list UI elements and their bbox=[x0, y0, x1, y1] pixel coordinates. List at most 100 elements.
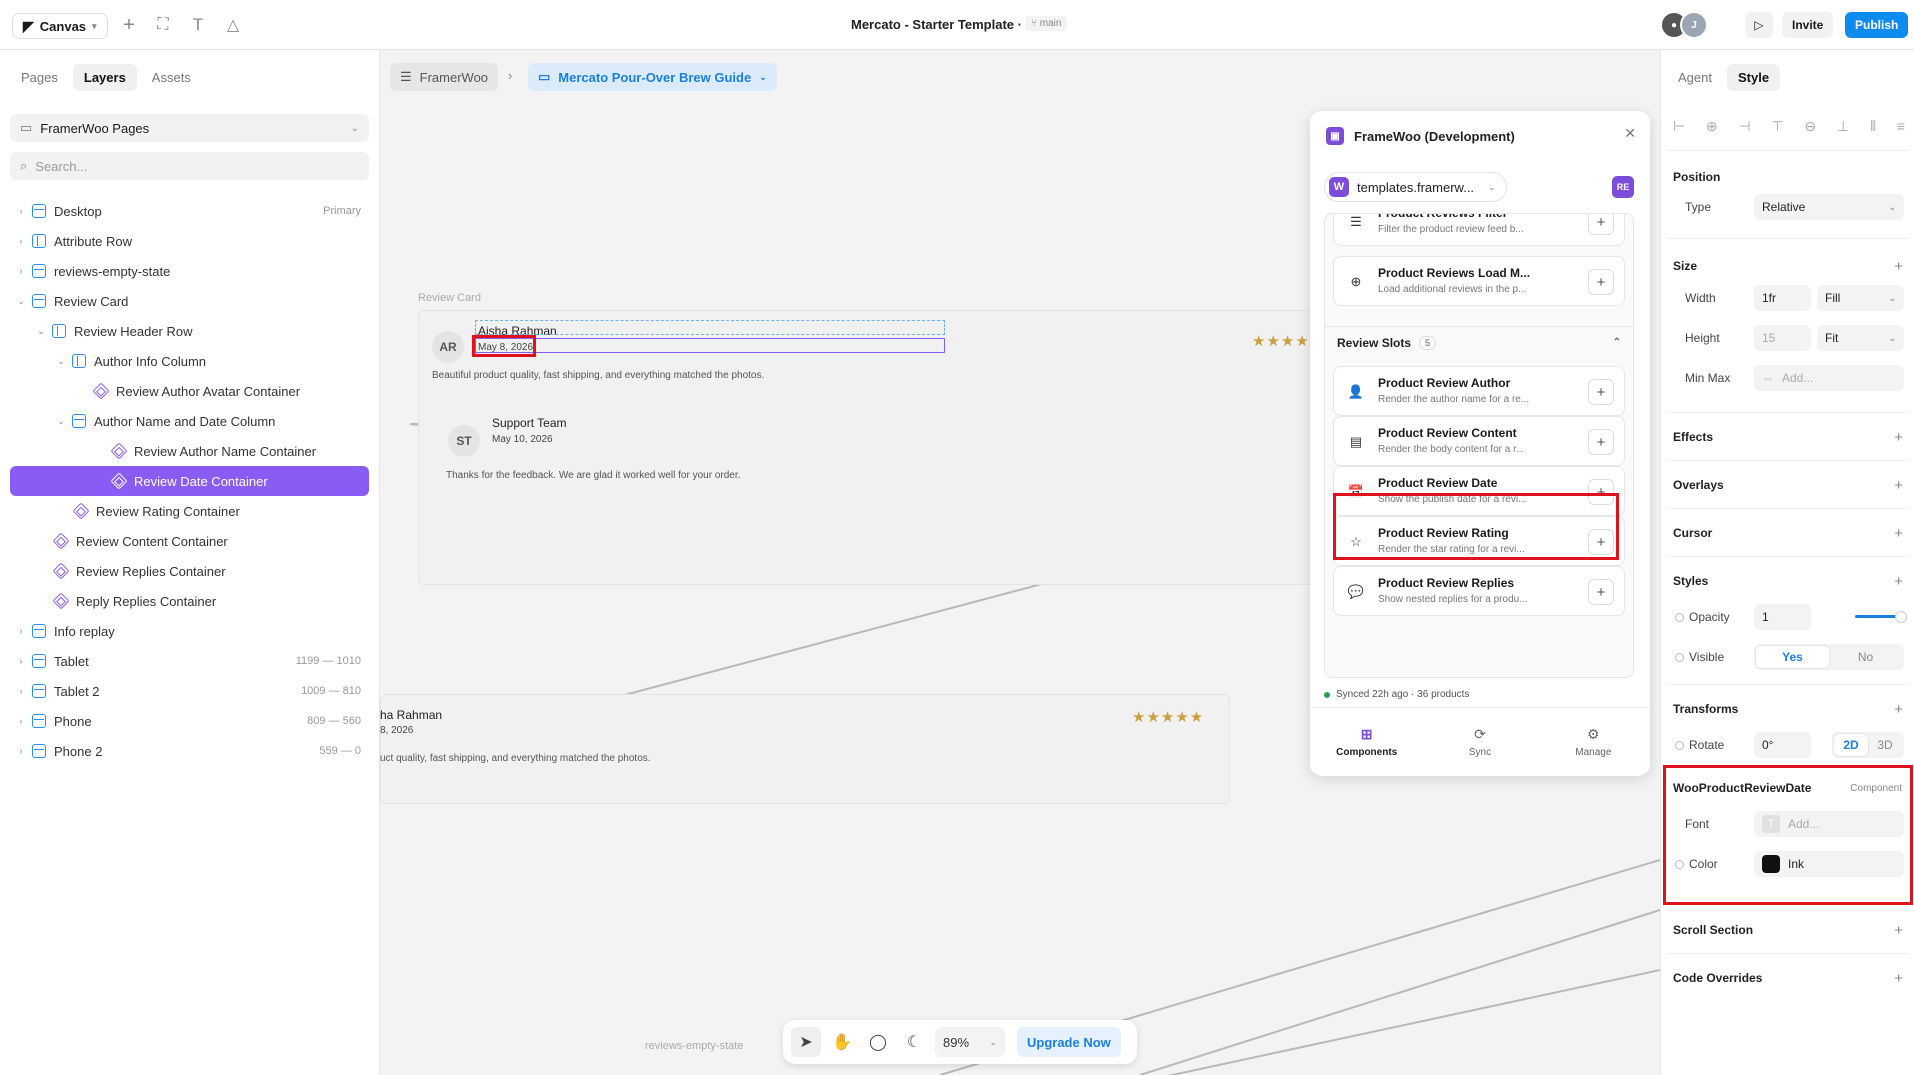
add-icon[interactable]: + bbox=[1894, 922, 1903, 939]
slot-item[interactable]: 💬 Product Review Replies Show nested repli… bbox=[1333, 566, 1625, 616]
align-middle-icon[interactable]: ⊖ bbox=[1805, 118, 1817, 135]
rotate-input[interactable]: 0° bbox=[1754, 732, 1811, 758]
mode-2d-option[interactable]: 2D bbox=[1834, 734, 1868, 756]
chevron-right-icon[interactable]: › bbox=[14, 686, 28, 696]
align-top-icon[interactable]: ⊤ bbox=[1772, 118, 1784, 135]
slot-item[interactable]: ▤ Product Review Content Render the body c… bbox=[1333, 416, 1625, 466]
review-date[interactable]: 8, 2026 bbox=[380, 725, 413, 736]
visible-no-option[interactable]: No bbox=[1829, 646, 1902, 668]
tab-layers[interactable]: Layers bbox=[72, 64, 137, 91]
hand-tool-icon[interactable]: ✋ bbox=[827, 1027, 857, 1057]
chevron-down-icon[interactable]: ⌄ bbox=[54, 416, 68, 427]
chevron-down-icon[interactable]: ⌄ bbox=[14, 296, 28, 307]
invite-button[interactable]: Invite bbox=[1782, 12, 1834, 38]
insert-icon[interactable]: + bbox=[116, 12, 142, 38]
opacity-slider[interactable] bbox=[1855, 611, 1907, 623]
review-card[interactable] bbox=[380, 694, 1230, 804]
add-icon[interactable]: + bbox=[1588, 269, 1614, 295]
text-tool-icon[interactable]: T bbox=[185, 12, 211, 38]
add-icon[interactable]: + bbox=[1588, 379, 1614, 405]
layer-row[interactable]: Reply Replies Container bbox=[10, 586, 369, 616]
chevron-right-icon[interactable]: › bbox=[14, 626, 28, 636]
user-badge[interactable]: RE bbox=[1612, 176, 1634, 198]
chevron-down-icon[interactable]: ⌄ bbox=[34, 326, 48, 337]
mode-3d-option[interactable]: 3D bbox=[1868, 734, 1902, 756]
layer-row[interactable]: ⌄ Review Header Row bbox=[10, 316, 369, 346]
canvas-menu-button[interactable]: ◤ Canvas ▾ bbox=[12, 13, 108, 39]
slot-item[interactable]: 👤 Product Review Author Render the author … bbox=[1333, 366, 1625, 416]
review-slots-header[interactable]: Review Slots 5 ⌃ bbox=[1325, 326, 1633, 358]
distribute-v-icon[interactable]: ≡ bbox=[1897, 118, 1905, 135]
add-icon[interactable]: + bbox=[1894, 701, 1903, 718]
align-left-icon[interactable]: ⊢ bbox=[1673, 118, 1685, 135]
tab-agent[interactable]: Agent bbox=[1667, 64, 1723, 91]
color-swatch[interactable] bbox=[1762, 855, 1780, 873]
tab-components[interactable]: ⊞ Components bbox=[1310, 708, 1423, 776]
layer-row[interactable]: › Tablet 2 1009 — 810 bbox=[10, 676, 369, 706]
frame-label[interactable]: reviews-empty-state bbox=[645, 1040, 743, 1052]
dark-mode-icon[interactable]: ☾ bbox=[899, 1027, 929, 1057]
search-input[interactable] bbox=[35, 158, 336, 174]
layer-row[interactable]: › Phone 2 559 — 0 bbox=[10, 736, 369, 766]
publish-button[interactable]: Publish bbox=[1845, 12, 1909, 38]
layer-row[interactable]: Review Content Container bbox=[10, 526, 369, 556]
add-icon[interactable]: + bbox=[1588, 214, 1614, 235]
chevron-right-icon[interactable]: › bbox=[14, 266, 28, 276]
chevron-right-icon[interactable]: › bbox=[14, 716, 28, 726]
font-input[interactable]: T Add... bbox=[1754, 811, 1904, 837]
layer-row[interactable]: › reviews-empty-state bbox=[10, 256, 369, 286]
add-icon[interactable]: + bbox=[1894, 573, 1903, 590]
align-center-h-icon[interactable]: ⊕ bbox=[1706, 118, 1718, 135]
layer-row[interactable]: ⌄ Author Name and Date Column bbox=[10, 406, 369, 436]
page-select[interactable]: ▭ FramerWoo Pages ⌄ bbox=[10, 114, 369, 142]
add-icon[interactable]: + bbox=[1894, 970, 1903, 987]
layer-row[interactable]: › Phone 809 — 560 bbox=[10, 706, 369, 736]
chevron-down-icon[interactable]: ⌄ bbox=[54, 356, 68, 367]
effects-section[interactable]: Effects + bbox=[1673, 429, 1903, 446]
add-icon[interactable]: + bbox=[1894, 525, 1903, 542]
opacity-input[interactable]: 1 bbox=[1754, 604, 1811, 630]
align-right-icon[interactable]: ⊣ bbox=[1739, 118, 1751, 135]
branch-badge[interactable]: ⑂ main bbox=[1025, 16, 1068, 31]
close-icon[interactable]: ✕ bbox=[1624, 125, 1636, 142]
layer-row[interactable]: Review Author Avatar Container bbox=[10, 376, 369, 406]
preview-play-button[interactable]: ▷ bbox=[1745, 12, 1773, 38]
layer-row[interactable]: Review Author Name Container bbox=[10, 436, 369, 466]
color-input[interactable]: Ink bbox=[1754, 851, 1904, 877]
layer-row[interactable]: › Tablet 1199 — 1010 bbox=[10, 646, 369, 676]
layer-row[interactable]: ⌄ Author Info Column bbox=[10, 346, 369, 376]
position-type-select[interactable]: Relative ⌄ bbox=[1754, 194, 1904, 220]
chevron-right-icon[interactable]: › bbox=[14, 236, 28, 246]
overlays-section[interactable]: Overlays + bbox=[1673, 477, 1903, 494]
height-input[interactable]: 15 bbox=[1754, 325, 1811, 351]
align-bottom-icon[interactable]: ⊥ bbox=[1837, 118, 1849, 135]
tab-sync[interactable]: ⟳ Sync bbox=[1423, 708, 1536, 776]
avatar[interactable]: J bbox=[1680, 11, 1708, 39]
add-icon[interactable]: + bbox=[1894, 258, 1903, 275]
layer-row[interactable]: › Attribute Row bbox=[10, 226, 369, 256]
height-mode-select[interactable]: Fit ⌄ bbox=[1817, 325, 1904, 351]
add-icon[interactable]: + bbox=[1894, 429, 1903, 446]
distribute-h-icon[interactable]: ⫴ bbox=[1870, 118, 1876, 135]
tab-manage[interactable]: ⚙ Manage bbox=[1537, 708, 1650, 776]
zoom-select[interactable]: 89% ⌄ bbox=[935, 1027, 1005, 1057]
review-author-name[interactable]: ha Rahman bbox=[380, 708, 442, 722]
minmax-input[interactable]: ⇔ Add... bbox=[1754, 365, 1904, 391]
vector-tool-icon[interactable]: △ bbox=[220, 12, 246, 38]
tab-assets[interactable]: Assets bbox=[141, 64, 202, 91]
frame-label[interactable]: Review Card bbox=[418, 292, 481, 304]
select-tool-icon[interactable]: ➤ bbox=[791, 1027, 821, 1057]
reply-author-name[interactable]: Support Team bbox=[492, 416, 567, 430]
width-mode-select[interactable]: Fill ⌄ bbox=[1817, 285, 1904, 311]
site-select[interactable]: W templates.framerw... ⌄ bbox=[1324, 172, 1507, 202]
component-item[interactable]: ☰ Product Reviews Filter Filter the produc… bbox=[1333, 214, 1625, 246]
chevron-right-icon[interactable]: › bbox=[14, 656, 28, 666]
chevron-right-icon[interactable]: › bbox=[14, 746, 28, 756]
cursor-section[interactable]: Cursor + bbox=[1673, 525, 1903, 542]
tab-pages[interactable]: Pages bbox=[10, 64, 69, 91]
component-item[interactable]: ⊕ Product Reviews Load M... Load additiona… bbox=[1333, 256, 1625, 306]
layer-row[interactable]: › Info replay bbox=[10, 616, 369, 646]
layer-row[interactable]: › Desktop Primary bbox=[10, 196, 369, 226]
add-icon[interactable]: + bbox=[1894, 477, 1903, 494]
comment-icon[interactable]: ◯ bbox=[863, 1027, 893, 1057]
